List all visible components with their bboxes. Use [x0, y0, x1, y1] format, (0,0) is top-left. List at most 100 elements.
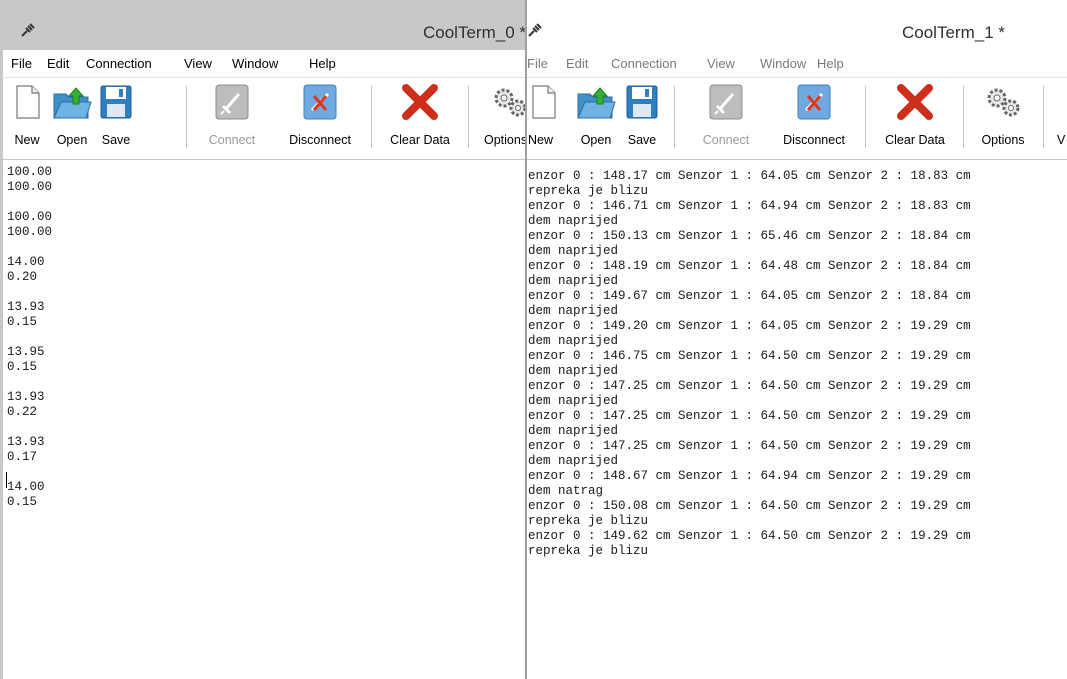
- menu-help[interactable]: Help: [309, 56, 336, 71]
- options-button[interactable]: Options: [480, 79, 525, 158]
- disconnect-plug-icon: [303, 84, 337, 120]
- menu-file[interactable]: File: [11, 56, 32, 71]
- terminal-line: 14.00: [7, 480, 45, 494]
- open-button[interactable]: Open: [573, 79, 619, 158]
- terminal-line: enzor 0 : 148.19 cm Senzor 1 : 64.48 cm …: [528, 259, 971, 273]
- title-bar[interactable]: CoolTerm_1 *: [527, 0, 1067, 50]
- menu-edit[interactable]: Edit: [566, 56, 588, 71]
- terminal-line: 100.00: [7, 180, 53, 194]
- coolterm-1-window: CoolTerm_1 * File Edit Connection View W…: [527, 0, 1067, 679]
- terminal-line: repreka je blizu: [528, 184, 649, 198]
- toolbar: New Open Save Connect Disconnect Clear D…: [0, 78, 525, 160]
- terminal-line: repreka je blizu: [528, 514, 649, 528]
- terminal-line: enzor 0 : 149.67 cm Senzor 1 : 64.05 cm …: [528, 289, 971, 303]
- menu-connection[interactable]: Connection: [86, 56, 152, 71]
- menu-window[interactable]: Window: [232, 56, 278, 71]
- terminal-line: 0.15: [7, 315, 38, 329]
- disconnect-button[interactable]: Disconnect: [278, 79, 362, 158]
- terminal-line: enzor 0 : 149.62 cm Senzor 1 : 64.50 cm …: [528, 529, 971, 543]
- window-title: CoolTerm_0 *: [423, 23, 526, 42]
- terminal-line: dem natrag: [528, 484, 604, 498]
- text-cursor: [6, 472, 7, 488]
- clear-data-button[interactable]: Clear Data: [874, 79, 956, 158]
- toolbar-separator: [371, 86, 372, 148]
- terminal-line: enzor 0 : 147.25 cm Senzor 1 : 64.50 cm …: [528, 379, 971, 393]
- coolterm-0-window: CoolTerm_0 * File Edit Connection View W…: [0, 0, 527, 679]
- connect-plug-icon: [215, 84, 249, 120]
- menu-connection[interactable]: Connection: [611, 56, 677, 71]
- menu-edit[interactable]: Edit: [47, 56, 69, 71]
- terminal-line: 0.15: [7, 360, 38, 374]
- disconnect-button[interactable]: Disconnect: [771, 79, 857, 158]
- toolbar: New Open Save Connect Disconnect Clear D…: [527, 78, 1067, 160]
- terminal-line: 100.00: [7, 165, 53, 179]
- options-button[interactable]: Options: [971, 79, 1035, 158]
- menu-bar: File Edit Connection View Window Help: [0, 50, 525, 78]
- terminal-line: repreka je blizu: [528, 544, 649, 558]
- terminal-line: 13.93: [7, 435, 45, 449]
- terminal-line: 0.22: [7, 405, 38, 419]
- new-button[interactable]: New: [527, 79, 563, 158]
- terminal-output[interactable]: 100.00 100.00 100.00 100.00 14.00 0.20 13.93 0.…: [0, 160, 525, 679]
- menu-bar: File Edit Connection View Window Help: [527, 50, 1067, 78]
- title-bar[interactable]: CoolTerm_0 *: [0, 0, 525, 50]
- clear-x-icon: [897, 84, 933, 120]
- terminal-line: enzor 0 : 146.75 cm Senzor 1 : 64.50 cm …: [528, 349, 971, 363]
- menu-help[interactable]: Help: [817, 56, 844, 71]
- connect-plug-icon: [709, 84, 743, 120]
- connect-button[interactable]: Connect: [199, 79, 265, 158]
- terminal-line: 100.00: [7, 210, 53, 224]
- save-button[interactable]: Save: [621, 79, 663, 158]
- terminal-line: dem naprijed: [528, 394, 619, 408]
- open-folder-icon: [53, 87, 92, 119]
- terminal-line: dem naprijed: [528, 424, 619, 438]
- terminal-output[interactable]: enzor 0 : 148.17 cm Senzor 1 : 64.05 cm …: [527, 160, 1067, 679]
- terminal-line: dem naprijed: [528, 454, 619, 468]
- terminal-line: dem naprijed: [528, 304, 619, 318]
- terminal-line: 13.93: [7, 390, 45, 404]
- menu-view[interactable]: View: [707, 56, 735, 71]
- toolbar-separator: [963, 86, 964, 148]
- toolbar-separator: [1043, 86, 1044, 148]
- terminal-line: 0.20: [7, 270, 38, 284]
- toolbar-separator: [468, 86, 469, 148]
- open-button[interactable]: Open: [49, 79, 95, 158]
- terminal-line: enzor 0 : 146.71 cm Senzor 1 : 64.94 cm …: [528, 199, 971, 213]
- terminal-line: 14.00: [7, 255, 45, 269]
- menu-view[interactable]: View: [184, 56, 212, 71]
- terminal-line: enzor 0 : 150.13 cm Senzor 1 : 65.46 cm …: [528, 229, 971, 243]
- terminal-line: enzor 0 : 147.25 cm Senzor 1 : 64.50 cm …: [528, 439, 971, 453]
- menu-window[interactable]: Window: [760, 56, 806, 71]
- clear-data-button[interactable]: Clear Data: [379, 79, 461, 158]
- disconnect-plug-icon: [797, 84, 831, 120]
- window-title: CoolTerm_1 *: [902, 23, 1005, 42]
- save-button[interactable]: Save: [95, 79, 137, 158]
- terminal-line: 0.15: [7, 495, 38, 509]
- terminal-line: enzor 0 : 150.08 cm Senzor 1 : 64.50 cm …: [528, 499, 971, 513]
- connect-button[interactable]: Connect: [693, 79, 759, 158]
- menu-file[interactable]: File: [527, 56, 548, 71]
- terminal-line: 13.95: [7, 345, 45, 359]
- terminal-line: dem naprijed: [528, 274, 619, 288]
- toolbar-separator: [674, 86, 675, 148]
- save-disk-icon: [100, 85, 132, 119]
- save-disk-icon: [626, 85, 658, 119]
- toolbar-separator: [865, 86, 866, 148]
- terminal-line: dem naprijed: [528, 334, 619, 348]
- new-button[interactable]: New: [3, 79, 51, 158]
- terminal-line: 0.17: [7, 450, 38, 464]
- plug-icon: [528, 23, 542, 37]
- options-gears-icon: [494, 88, 525, 117]
- view-button[interactable]: V: [1057, 79, 1067, 158]
- terminal-line: enzor 0 : 148.67 cm Senzor 1 : 64.94 cm …: [528, 469, 971, 483]
- terminal-line: dem naprijed: [528, 364, 619, 378]
- clear-x-icon: [402, 84, 438, 120]
- new-document-icon: [16, 85, 40, 119]
